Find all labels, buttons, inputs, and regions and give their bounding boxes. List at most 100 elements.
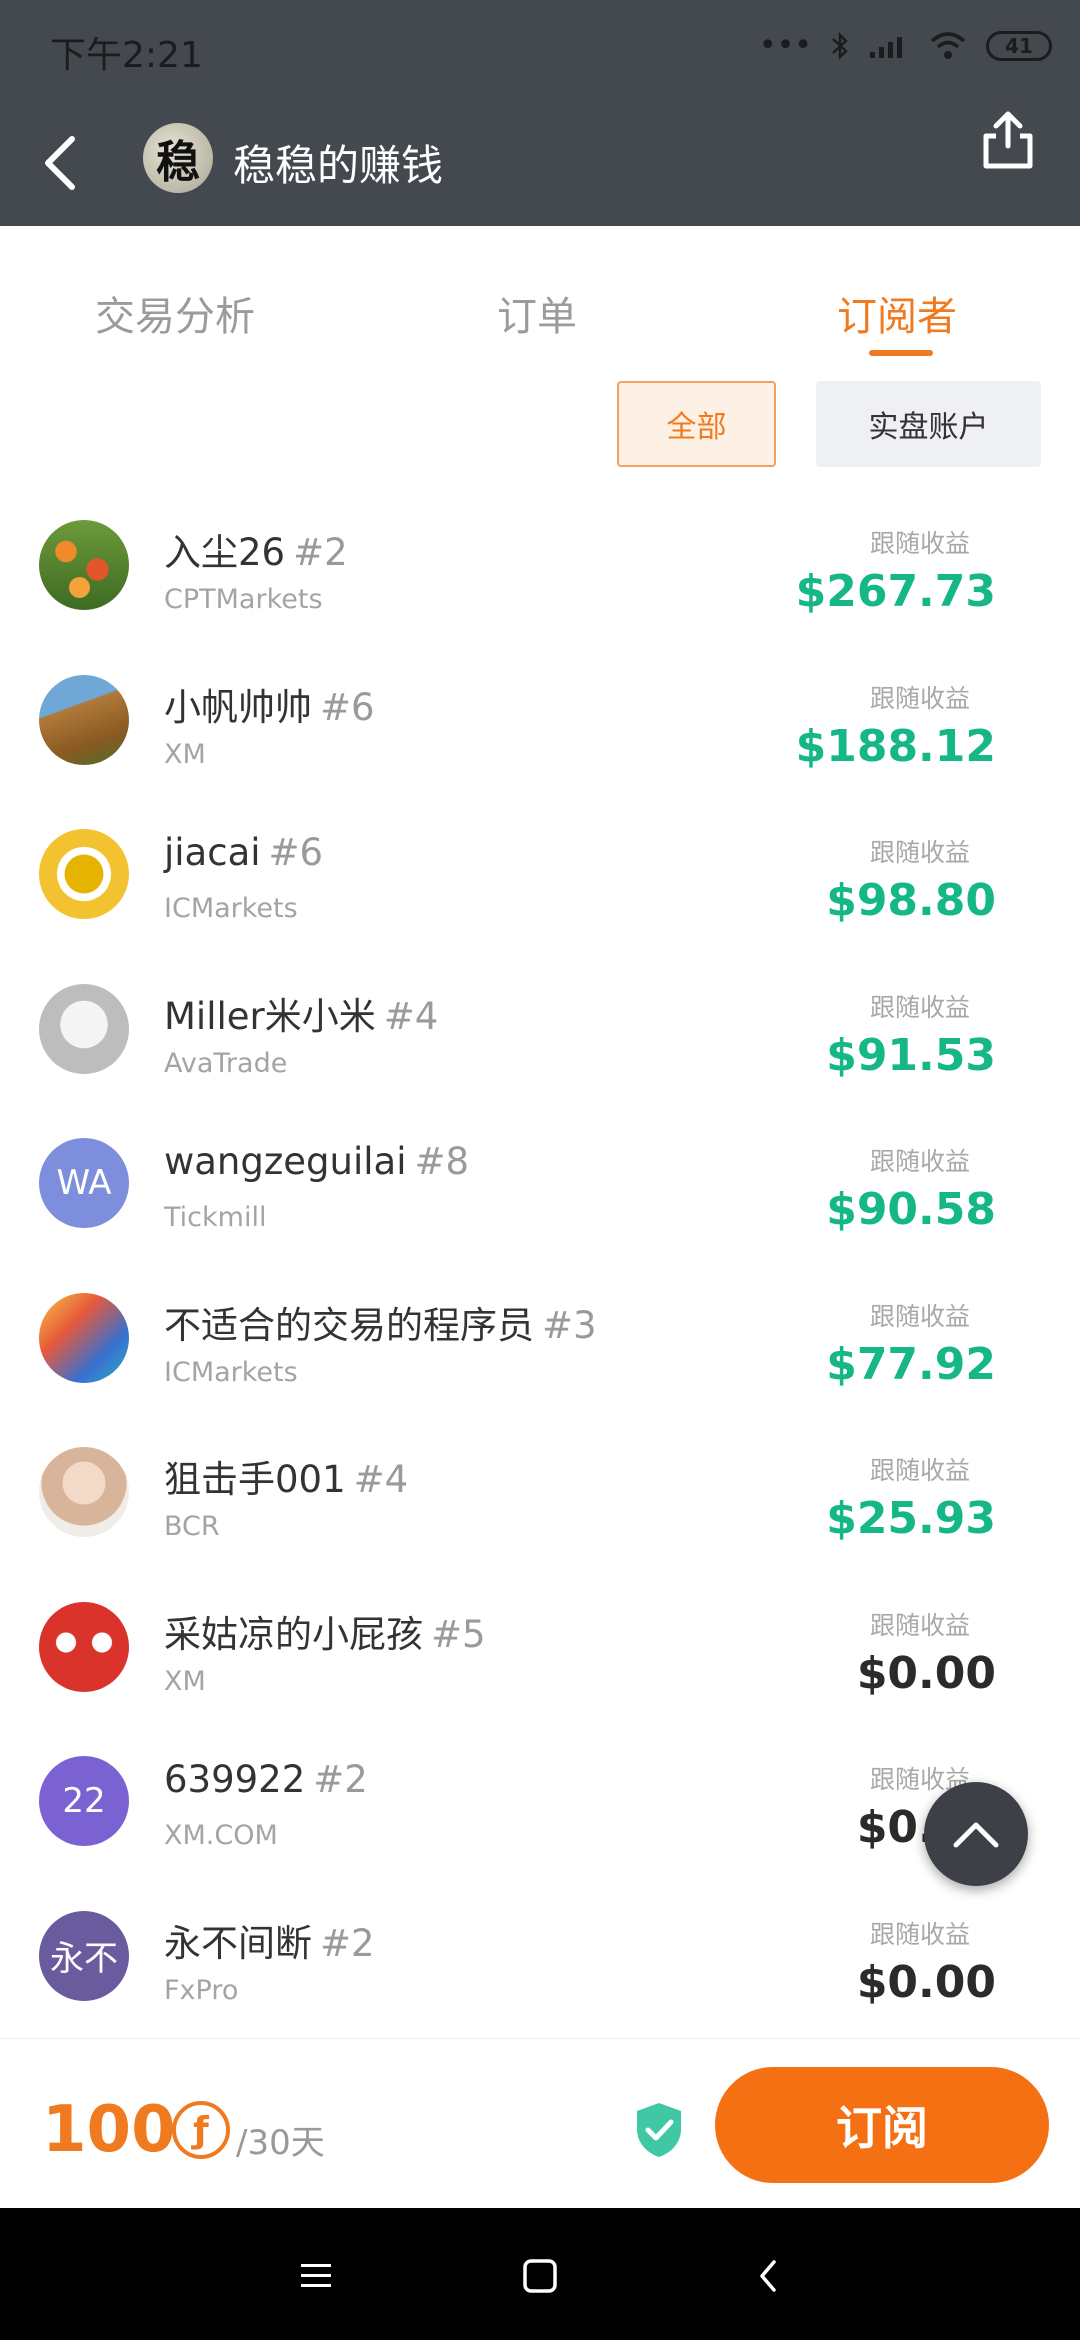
subscriber-name-line: 狙击手001 #4 xyxy=(164,1449,408,1503)
menu-icon xyxy=(301,2264,331,2287)
subscriber-broker: ICMarkets xyxy=(164,1356,298,1388)
subscriber-avatar xyxy=(39,520,129,610)
subscriber-row[interactable]: 采姑凉的小屁孩 #5 XM 跟随收益 $0.00 xyxy=(0,1570,1080,1724)
subscriber-rank: #2 xyxy=(313,1758,368,1801)
subscriber-name: 不适合的交易的程序员 xyxy=(164,1303,534,1347)
subscriber-avatar xyxy=(39,983,129,1074)
filter-all-button[interactable]: 全部 xyxy=(617,381,776,467)
subscriber-name-line: Miller米小米 #4 xyxy=(164,986,438,1040)
chevron-up-icon xyxy=(953,1822,999,1848)
subscriber-row[interactable]: WA wangzeguilai #8 Tickmill 跟随收益 $90.58 xyxy=(0,1106,1080,1260)
nav-menu-button[interactable] xyxy=(288,2248,344,2304)
coin-icon: ƒ xyxy=(172,2101,230,2159)
subscriber-name-line: 采姑凉的小屁孩 #5 xyxy=(164,1604,486,1658)
subscriber-name-line: 639922 #2 xyxy=(164,1758,368,1801)
subscriber-avatar xyxy=(39,674,129,765)
back-triangle-icon xyxy=(760,2260,776,2292)
price-value: 100 xyxy=(42,2093,176,2167)
subscriber-rank: #5 xyxy=(431,1612,486,1656)
bluetooth-icon xyxy=(832,31,848,60)
subscriber-row[interactable]: 狙击手001 #4 BCR 跟随收益 $25.93 xyxy=(0,1415,1080,1569)
header-bar: 下午2:21 ••• 41 稳 稳稳的赚钱 xyxy=(0,0,1080,226)
gain-label: 跟随收益 xyxy=(869,992,970,1022)
price-period: /30天 xyxy=(236,2123,325,2163)
subscriber-avatar xyxy=(39,1447,129,1537)
battery-icon: 41 xyxy=(986,30,1052,61)
share-button[interactable] xyxy=(978,108,1038,172)
subscriber-name: Miller米小米 xyxy=(164,994,376,1038)
status-icons: ••• 41 xyxy=(759,28,1052,63)
header-avatar: 稳 xyxy=(143,123,213,193)
subscriber-name: 采姑凉的小屁孩 xyxy=(164,1612,423,1656)
gain-label: 跟随收益 xyxy=(869,1919,970,1949)
subscriber-name-line: 永不间断 #2 xyxy=(164,1913,375,1967)
subscriber-row[interactable]: 小帆帅帅 #6 XM 跟随收益 $188.12 xyxy=(0,643,1080,797)
system-nav-bar xyxy=(0,2208,1080,2340)
page-title: 稳稳的赚钱 xyxy=(233,141,444,190)
subscriber-name: jiacai xyxy=(164,831,261,874)
subscriber-row[interactable]: 不适合的交易的程序员 #3 ICMarkets 跟随收益 $77.92 xyxy=(0,1261,1080,1415)
subscribe-button[interactable]: 订阅 xyxy=(715,2067,1049,2183)
subscriber-name: wangzeguilai xyxy=(164,1140,407,1183)
scroll-top-button[interactable] xyxy=(924,1782,1028,1886)
tab-orders[interactable]: 订单 xyxy=(497,284,577,342)
back-button[interactable] xyxy=(30,128,90,198)
subscriber-name-line: 入尘26 #2 xyxy=(164,522,348,576)
tab-bar: 交易分析 订单 订阅者 xyxy=(0,236,1080,376)
subscriber-row[interactable]: 入尘26 #2 CPTMarkets 跟随收益 $267.73 xyxy=(0,488,1080,642)
screen: 下午2:21 ••• 41 稳 稳稳的赚钱 交易分析 订单 订阅者 全部 实盘账… xyxy=(0,0,1080,2340)
gain-label: 跟随收益 xyxy=(869,1301,970,1331)
nav-home-button[interactable] xyxy=(512,2248,568,2304)
gain-value: $91.53 xyxy=(826,1029,996,1081)
filter-real-account-button[interactable]: 实盘账户 xyxy=(816,381,1041,467)
gain-label: 跟随收益 xyxy=(869,1456,970,1485)
subscriber-avatar: WA xyxy=(39,1138,129,1228)
tab-subscribers[interactable]: 订阅者 xyxy=(837,284,957,342)
subscriber-rank: #3 xyxy=(542,1303,597,1347)
gain-label: 跟随收益 xyxy=(869,683,970,713)
subscriber-row[interactable]: jiacai #6 ICMarkets 跟随收益 $98.80 xyxy=(0,797,1080,951)
shield-check-icon xyxy=(637,2103,681,2157)
subscriber-avatar xyxy=(39,829,129,919)
subscriber-name-line: wangzeguilai #8 xyxy=(164,1140,469,1183)
subscriber-broker: Tickmill xyxy=(164,1202,267,1233)
subscriber-avatar: 22 xyxy=(39,1756,129,1846)
gain-value: $267.73 xyxy=(795,566,996,617)
tab-active-indicator xyxy=(869,350,933,356)
subscribe-bar: 100 ƒ /30天 订阅 xyxy=(0,2038,1080,2208)
subscriber-row[interactable]: 永不 永不间断 #2 FxPro 跟随收益 $0.00 xyxy=(0,1879,1080,2033)
subscriber-broker: AvaTrade xyxy=(164,1047,288,1079)
subscriber-name: 639922 xyxy=(164,1758,306,1801)
wifi-icon xyxy=(930,31,966,59)
subscriber-avatar: 永不 xyxy=(39,1910,129,2001)
subscriber-name-line: 不适合的交易的程序员 #3 xyxy=(164,1295,597,1349)
subscriber-broker: XM xyxy=(164,738,206,770)
gain-label: 跟随收益 xyxy=(869,838,970,867)
gain-label: 跟随收益 xyxy=(869,529,970,558)
gain-value: $25.93 xyxy=(826,1493,996,1544)
subscriber-row[interactable]: 22639922#2XM.COM跟随收益$0.00 xyxy=(0,1724,1080,1878)
subscriber-rank: #4 xyxy=(383,994,439,1038)
gain-label: 跟随收益 xyxy=(869,1147,970,1176)
chevron-left-icon xyxy=(45,136,75,190)
subscriber-rank: #4 xyxy=(353,1458,409,1501)
subscriber-name: 永不间断 xyxy=(164,1921,312,1965)
subscriber-name: 狙击手001 xyxy=(164,1458,346,1501)
subscriber-rank: #8 xyxy=(414,1140,470,1183)
subscriber-name-line: 小帆帅帅 #6 xyxy=(164,677,375,731)
gain-value: $90.58 xyxy=(826,1184,996,1235)
nav-back-button[interactable] xyxy=(740,2248,796,2304)
subscriber-avatar xyxy=(39,1292,129,1383)
subscriber-name-line: jiacai #6 xyxy=(164,831,323,874)
share-icon xyxy=(983,111,1033,169)
subscriber-rank: #6 xyxy=(268,831,324,874)
tab-trade-analysis[interactable]: 交易分析 xyxy=(95,284,255,342)
subscriber-rank: #6 xyxy=(320,685,375,729)
signal-icon xyxy=(870,36,902,58)
subscriber-rank: #2 xyxy=(293,531,348,574)
gain-value: $0.00 xyxy=(856,1956,996,2008)
subscriber-row[interactable]: Miller米小米 #4 AvaTrade 跟随收益 $91.53 xyxy=(0,952,1080,1106)
subscriber-name: 入尘26 xyxy=(164,531,286,574)
subscriber-rank: #2 xyxy=(320,1921,375,1965)
subscriber-broker: ICMarkets xyxy=(164,893,298,924)
